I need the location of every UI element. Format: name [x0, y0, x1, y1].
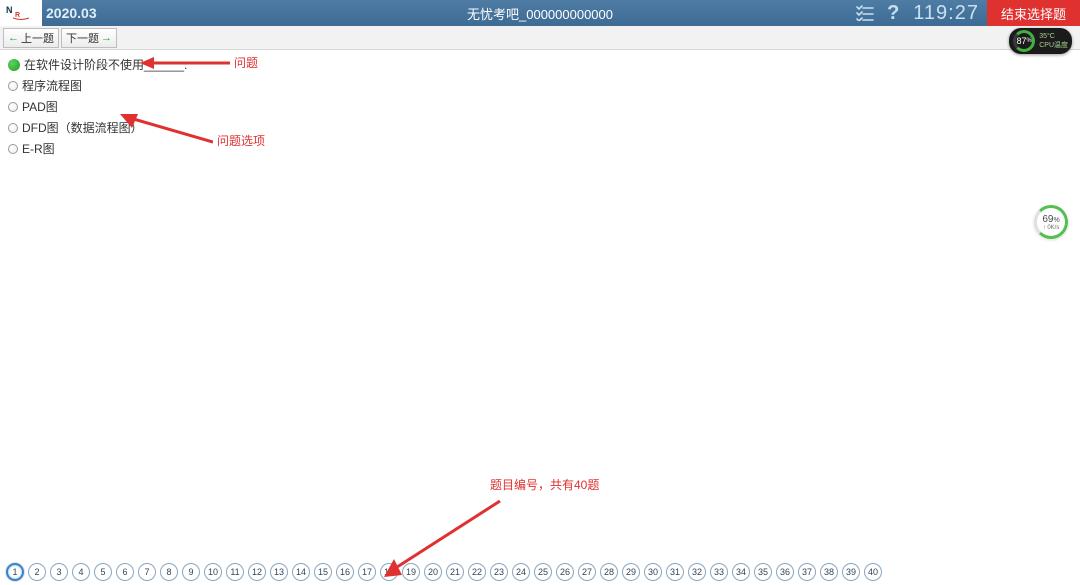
annotation-qnums-label: 题目编号，共有40题	[490, 476, 599, 493]
question-number-3[interactable]: 3	[50, 563, 68, 581]
cpu-usage-value: 87	[1017, 36, 1027, 46]
question-number-34[interactable]: 34	[732, 563, 750, 581]
question-number-16[interactable]: 16	[336, 563, 354, 581]
question-number-11[interactable]: 11	[226, 563, 244, 581]
prev-label: 上一题	[21, 30, 54, 46]
question-stem-row: 在软件设计阶段不使用______.	[8, 56, 1072, 73]
question-number-30[interactable]: 30	[644, 563, 662, 581]
question-number-27[interactable]: 27	[578, 563, 596, 581]
question-number-20[interactable]: 20	[424, 563, 442, 581]
question-number-6[interactable]: 6	[116, 563, 134, 581]
question-option[interactable]: E-R图	[8, 140, 1072, 157]
question-number-8[interactable]: 8	[160, 563, 178, 581]
annotation-qnums: 题目编号，共有40题	[380, 476, 599, 577]
arrow-right-icon: →	[101, 32, 112, 44]
next-question-button[interactable]: 下一题 →	[61, 28, 117, 48]
question-number-1[interactable]: 1	[6, 563, 24, 581]
cpu-caption: CPU温度	[1039, 42, 1068, 49]
question-number-38[interactable]: 38	[820, 563, 838, 581]
question-number-2[interactable]: 2	[28, 563, 46, 581]
radio-empty-icon	[8, 123, 18, 133]
cpu-temp: 35°C	[1039, 33, 1068, 40]
cpu-info: 35°C CPU温度	[1039, 33, 1068, 49]
question-number-15[interactable]: 15	[314, 563, 332, 581]
question-number-28[interactable]: 28	[600, 563, 618, 581]
option-label: PAD图	[22, 98, 58, 115]
question-number-32[interactable]: 32	[688, 563, 706, 581]
end-choice-button[interactable]: 结束选择题	[987, 0, 1080, 26]
question-number-33[interactable]: 33	[710, 563, 728, 581]
question-number-9[interactable]: 9	[182, 563, 200, 581]
question-number-12[interactable]: 12	[248, 563, 266, 581]
net-value: 69	[1042, 214, 1053, 225]
question-number-23[interactable]: 23	[490, 563, 508, 581]
question-area: 在软件设计阶段不使用______. 程序流程图 PAD图 DFD图（数据流程图） E-…	[0, 50, 1080, 167]
radio-empty-icon	[8, 144, 18, 154]
question-number-36[interactable]: 36	[776, 563, 794, 581]
net-sub: ↑ 0K/s	[1043, 225, 1060, 231]
logo-ncr-icon: N R	[6, 2, 36, 24]
perf-badge-cpu: 87% 35°C CPU温度	[1009, 28, 1072, 54]
question-number-35[interactable]: 35	[754, 563, 772, 581]
option-label: 程序流程图	[22, 77, 82, 94]
help-icon[interactable]: ?	[881, 0, 905, 26]
question-number-5[interactable]: 5	[94, 563, 112, 581]
question-number-22[interactable]: 22	[468, 563, 486, 581]
question-number-17[interactable]: 17	[358, 563, 376, 581]
header-title: 无忧考吧_000000000000	[467, 4, 613, 23]
question-stem-bullet-icon	[8, 59, 20, 71]
radio-empty-icon	[8, 81, 18, 91]
question-number-39[interactable]: 39	[842, 563, 860, 581]
question-number-26[interactable]: 26	[556, 563, 574, 581]
question-number-25[interactable]: 25	[534, 563, 552, 581]
question-option[interactable]: DFD图（数据流程图）	[8, 119, 1072, 136]
question-number-7[interactable]: 7	[138, 563, 156, 581]
header-right: ? 119:27 结束选择题	[849, 0, 1080, 26]
question-number-40[interactable]: 40	[864, 563, 882, 581]
option-label: DFD图（数据流程图）	[22, 119, 143, 136]
question-number-4[interactable]: 4	[72, 563, 90, 581]
radio-empty-icon	[8, 102, 18, 112]
question-number-14[interactable]: 14	[292, 563, 310, 581]
app-logo: N R	[0, 0, 42, 26]
question-option[interactable]: 程序流程图	[8, 77, 1072, 94]
question-option[interactable]: PAD图	[8, 98, 1072, 115]
question-number-13[interactable]: 13	[270, 563, 288, 581]
svg-text:R: R	[15, 12, 20, 19]
next-label: 下一题	[66, 30, 99, 46]
perf-badge-net: 69% ↑ 0K/s	[1034, 205, 1068, 239]
svg-text:N: N	[6, 5, 13, 15]
option-label: E-R图	[22, 140, 55, 157]
list-check-icon[interactable]	[849, 0, 881, 26]
cpu-usage-ring: 87%	[1013, 30, 1035, 52]
question-number-19[interactable]: 19	[402, 563, 420, 581]
question-number-strip: 1234567891011121314151617181920212223242…	[6, 563, 1074, 581]
prev-question-button[interactable]: ← 上一题	[3, 28, 59, 48]
question-number-29[interactable]: 29	[622, 563, 640, 581]
question-number-18[interactable]: 18	[380, 563, 398, 581]
question-number-24[interactable]: 24	[512, 563, 530, 581]
question-number-21[interactable]: 21	[446, 563, 464, 581]
app-header: N R 2020.03 无忧考吧_000000000000 ? 119:27 结…	[0, 0, 1080, 26]
question-number-10[interactable]: 10	[204, 563, 222, 581]
countdown-timer: 119:27	[905, 2, 987, 25]
arrow-left-icon: ←	[8, 32, 19, 44]
question-number-31[interactable]: 31	[666, 563, 684, 581]
question-stem: 在软件设计阶段不使用______.	[24, 56, 187, 73]
question-number-37[interactable]: 37	[798, 563, 816, 581]
nav-bar: ← 上一题 下一题 →	[0, 26, 1080, 50]
version-label: 2020.03	[46, 5, 97, 21]
